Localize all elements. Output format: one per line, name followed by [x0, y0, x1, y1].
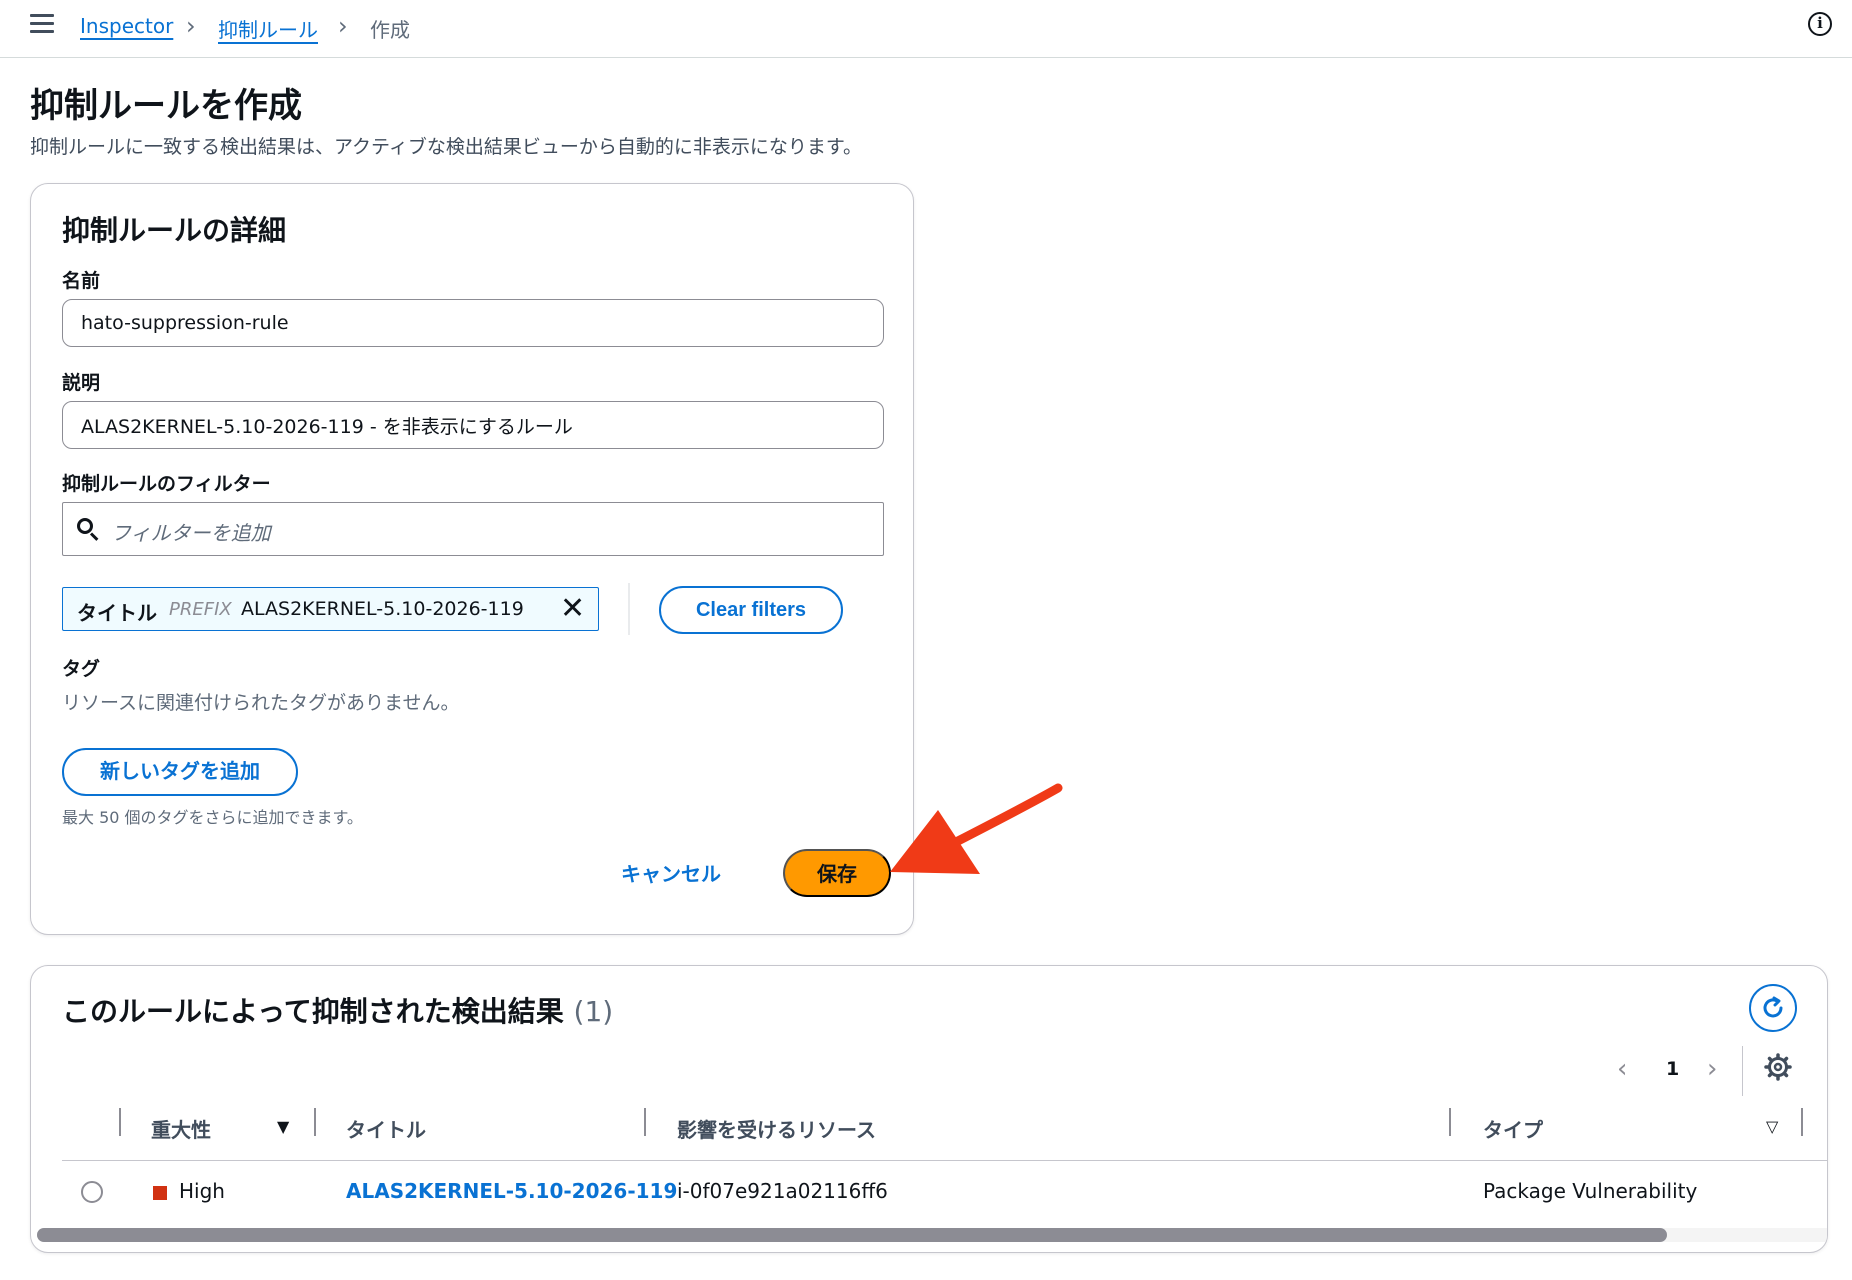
search-icon: [75, 516, 101, 542]
divider: [1742, 1046, 1743, 1096]
findings-panel-title: このルールによって抑制された検出結果 (1): [62, 990, 613, 1030]
column-header-severity[interactable]: 重大性: [151, 1114, 211, 1143]
save-button[interactable]: 保存: [783, 849, 891, 897]
clear-filters-button[interactable]: Clear filters: [659, 586, 843, 634]
gear-icon[interactable]: [1764, 1053, 1792, 1081]
name-label: 名前: [62, 270, 101, 292]
description-input[interactable]: [62, 401, 884, 449]
tags-empty-text: リソースに関連付けられたタグがありません。: [62, 692, 460, 714]
top-navigation-bar: Inspector › 抑制ルール › 作成 i: [0, 0, 1852, 58]
sort-down-icon[interactable]: ▼: [277, 1117, 289, 1136]
suppression-rule-details-panel: 抑制ルールの詳細 名前 説明 抑制ルールのフィルター フィルターを追加 タイトル…: [30, 183, 914, 935]
add-tag-button[interactable]: 新しいタグを追加: [62, 748, 298, 796]
column-divider: [314, 1108, 316, 1136]
row-select-radio[interactable]: [81, 1181, 103, 1203]
findings-count: (1): [573, 995, 614, 1028]
name-input[interactable]: [62, 299, 884, 347]
findings-title: このルールによって抑制された検出結果: [62, 995, 564, 1028]
filter-token-key: タイトル: [77, 601, 157, 625]
filter-token-operator: PREFIX: [169, 599, 232, 620]
type-cell: Package Vulnerability: [1483, 1179, 1698, 1203]
breadcrumb-inspector[interactable]: Inspector: [80, 14, 173, 38]
severity-cell: High: [179, 1179, 225, 1203]
breadcrumb-suppression-rules[interactable]: 抑制ルール: [218, 14, 318, 43]
menu-icon[interactable]: [30, 14, 54, 36]
finding-title-link[interactable]: ALAS2KERNEL-5.10-2026-119: [346, 1179, 677, 1203]
cancel-button[interactable]: キャンセル: [621, 858, 721, 887]
sort-down-icon[interactable]: ▽: [1766, 1117, 1778, 1136]
chevron-right-icon[interactable]: ›: [1707, 1054, 1717, 1084]
page-description: 抑制ルールに一致する検出結果は、アクティブな検出結果ビューから自動的に非表示にな…: [30, 136, 863, 158]
column-header-title[interactable]: タイトル: [346, 1114, 426, 1143]
annotation-arrow: [890, 783, 1063, 874]
page-number-button[interactable]: 1: [1666, 1058, 1679, 1080]
suppressed-findings-panel: このルールによって抑制された検出結果 (1) ‹ 1 › 重大性 ▼ タイトル …: [30, 965, 1828, 1253]
severity-high-indicator: [153, 1186, 167, 1200]
description-label: 説明: [62, 372, 101, 394]
column-divider: [119, 1108, 121, 1136]
breadcrumb-current: 作成: [370, 18, 410, 42]
header-divider: [62, 1160, 1827, 1161]
close-icon[interactable]: ✕: [560, 594, 585, 624]
scrollbar-thumb[interactable]: [37, 1228, 1667, 1242]
filter-label: 抑制ルールのフィルター: [62, 473, 271, 495]
column-header-type[interactable]: タイプ: [1483, 1114, 1543, 1143]
page-title: 抑制ルールを作成: [30, 86, 302, 126]
column-divider: [1801, 1108, 1803, 1136]
filter-token-value: ALAS2KERNEL-5.10-2026-119: [241, 598, 524, 620]
column-divider: [1449, 1108, 1451, 1136]
tags-hint: 最大 50 個のタグをさらに追加できます。: [62, 808, 363, 827]
filter-search-input[interactable]: フィルターを追加: [62, 502, 884, 556]
details-panel-title: 抑制ルールの詳細: [62, 214, 287, 247]
filter-placeholder: フィルターを追加: [111, 521, 271, 545]
resource-cell: i-0f07e921a02116ff6: [677, 1179, 888, 1203]
column-divider: [644, 1108, 646, 1136]
filter-token: タイトル PREFIX ALAS2KERNEL-5.10-2026-119 ✕: [62, 587, 599, 631]
chevron-right-icon: ›: [186, 12, 196, 40]
tags-label: タグ: [62, 658, 101, 680]
chevron-left-icon[interactable]: ‹: [1617, 1054, 1627, 1084]
divider: [628, 583, 630, 635]
refresh-icon[interactable]: [1749, 984, 1797, 1032]
column-header-resource[interactable]: 影響を受けるリソース: [677, 1114, 876, 1143]
chevron-right-icon: ›: [338, 12, 348, 40]
info-icon[interactable]: i: [1808, 12, 1832, 36]
horizontal-scrollbar[interactable]: [37, 1228, 1827, 1242]
